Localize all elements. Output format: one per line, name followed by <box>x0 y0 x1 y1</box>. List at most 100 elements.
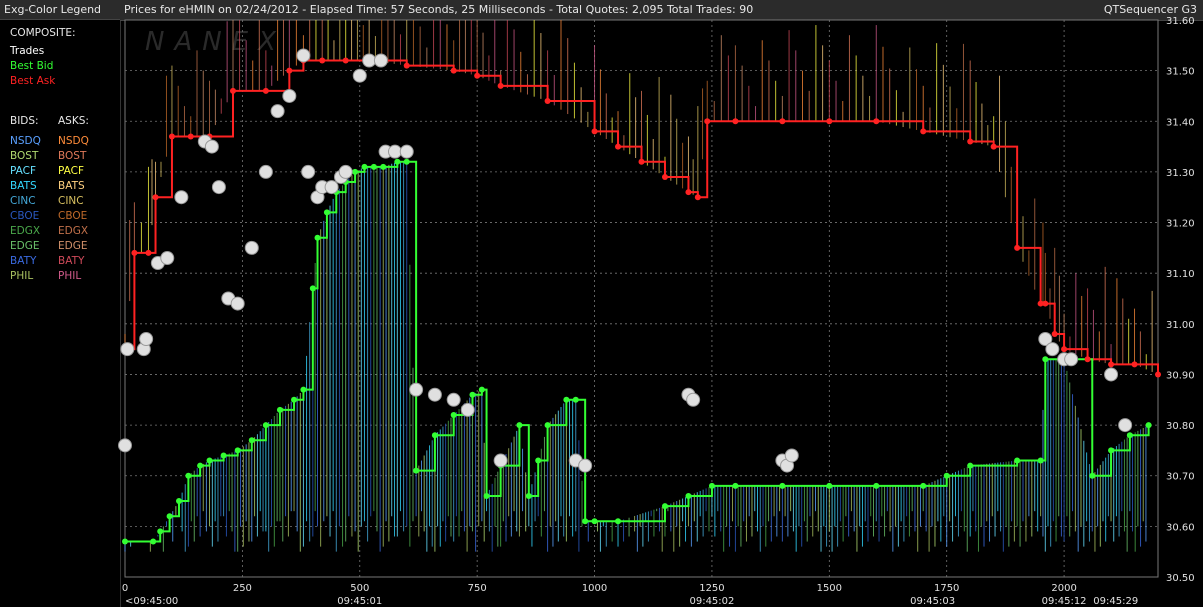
best-bid-point <box>150 538 157 545</box>
best-ask-point <box>544 98 551 105</box>
best-bid-point <box>826 482 833 489</box>
trade-point <box>270 104 285 119</box>
best-bid-point <box>248 437 255 444</box>
best-bid-point <box>352 168 359 175</box>
trade-point <box>204 139 219 154</box>
best-ask-point <box>229 87 236 94</box>
best-bid-point <box>873 482 880 489</box>
trade-point <box>301 164 316 179</box>
trade-point <box>120 342 135 357</box>
best-bid-point <box>166 513 173 520</box>
best-ask-point <box>661 173 668 180</box>
best-bid-point <box>563 396 570 403</box>
best-bid-point <box>1042 356 1049 363</box>
best-bid-point <box>234 447 241 454</box>
best-bid-point <box>525 492 532 499</box>
trade-point <box>296 48 311 63</box>
best-bid-point <box>394 158 401 165</box>
best-ask-point <box>732 118 739 125</box>
trade-point <box>493 453 508 468</box>
trade-point <box>352 68 367 83</box>
best-ask-point <box>286 67 293 74</box>
trade-point <box>409 382 424 397</box>
best-bid-point <box>380 163 387 170</box>
y-tick-label: 31.50 <box>1166 67 1195 78</box>
trade-point <box>211 180 226 195</box>
trade-point <box>324 180 339 195</box>
y-tick-label: 31.20 <box>1166 219 1195 230</box>
best-ask-point <box>1051 330 1058 337</box>
best-bid-point <box>779 482 786 489</box>
y-tick-label: 30.50 <box>1166 573 1195 584</box>
best-ask-point <box>474 72 481 79</box>
trade-point <box>1064 352 1079 367</box>
best-ask-point <box>1108 361 1115 368</box>
best-ask-point <box>145 249 152 256</box>
best-bid-point <box>535 457 542 464</box>
best-ask-point <box>694 194 701 201</box>
trade-point <box>578 458 593 473</box>
best-ask-point <box>262 87 269 94</box>
best-bid-point <box>262 422 269 429</box>
best-bid-point <box>708 482 715 489</box>
best-bid-point <box>197 462 204 469</box>
best-ask-point <box>1131 361 1138 368</box>
best-ask-point <box>779 118 786 125</box>
best-bid-point <box>1126 432 1133 439</box>
best-ask-point <box>1042 300 1049 307</box>
trade-point <box>244 240 259 255</box>
trade-point <box>338 164 353 179</box>
best-bid-point <box>206 457 213 464</box>
x-time-label: 09:45:03 <box>910 596 955 607</box>
best-bid-point <box>732 482 739 489</box>
best-ask-point <box>319 57 326 64</box>
best-ask-point <box>1155 371 1161 378</box>
trade-point <box>1104 367 1119 382</box>
trade-point <box>139 332 154 347</box>
x-tick-label: 1750 <box>934 583 959 594</box>
best-bid-point <box>582 518 589 525</box>
best-bid-point <box>469 391 476 398</box>
x-time-label: <09:45:00 <box>125 596 178 607</box>
best-bid-point <box>615 518 622 525</box>
best-bid-point <box>967 462 974 469</box>
best-bid-point <box>403 158 410 165</box>
x-tick-label: 1500 <box>817 583 842 594</box>
trade-point <box>1045 342 1060 357</box>
best-bid-point <box>175 498 182 505</box>
y-tick-label: 31.30 <box>1166 168 1195 179</box>
best-bid-point <box>450 411 457 418</box>
best-ask-point <box>450 67 457 74</box>
best-bid-point <box>323 209 330 216</box>
x-time-label: 09:45:01 <box>337 596 382 607</box>
x-time-label: 09:45:02 <box>689 596 734 607</box>
best-bid-point <box>661 503 668 510</box>
trade-point <box>427 387 442 402</box>
best-ask-point <box>1014 244 1021 251</box>
best-bid-point <box>431 432 438 439</box>
best-ask-point <box>920 128 927 135</box>
best-bid-point <box>943 472 950 479</box>
x-time-label: 09:45:12 <box>1042 596 1087 607</box>
best-bid-point <box>591 518 598 525</box>
price-chart: NANEX 30.50 30.60 30.70 30.80 30.90 31.00 31.10… <box>118 16 1195 607</box>
y-tick-label: 30.90 <box>1166 370 1195 381</box>
y-tick-label: 31.10 <box>1166 269 1195 280</box>
best-bid-point <box>413 467 420 474</box>
x-time-label: 09:45:29 <box>1093 596 1138 607</box>
trade-point <box>174 190 189 205</box>
y-tick-label: 31.00 <box>1166 320 1195 331</box>
best-bid-point <box>157 528 164 535</box>
y-tick-label: 30.80 <box>1166 421 1195 432</box>
trade-point <box>373 53 388 68</box>
best-ask-point <box>152 194 159 201</box>
x-tick-label: 250 <box>233 583 252 594</box>
best-bid-point <box>309 285 316 292</box>
best-ask-point <box>990 143 997 150</box>
best-ask-point <box>685 189 692 196</box>
best-bid-point <box>572 396 579 403</box>
best-ask-point <box>591 128 598 135</box>
best-bid-point <box>516 422 523 429</box>
best-bid-point <box>314 234 321 241</box>
best-ask-point <box>873 118 880 125</box>
